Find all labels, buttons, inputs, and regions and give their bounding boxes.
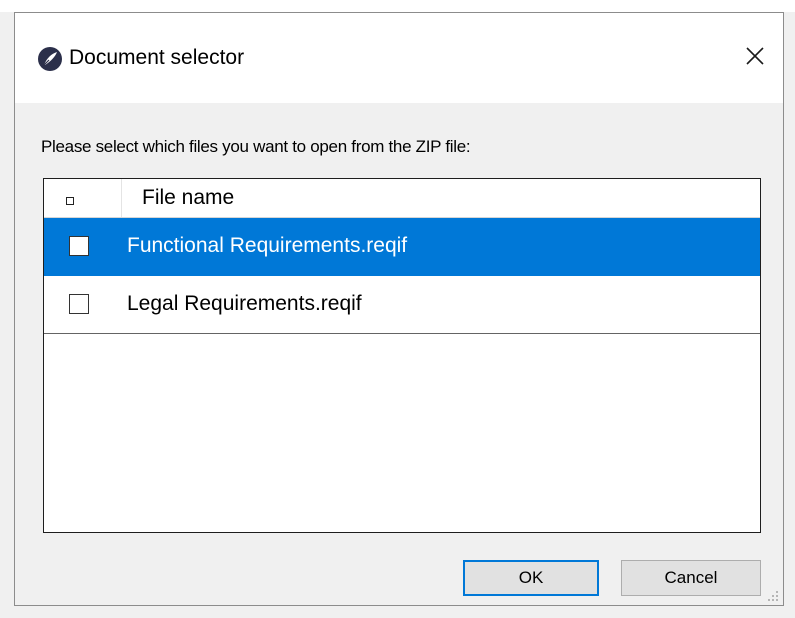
ok-button[interactable]: OK	[463, 560, 599, 596]
desktop-top-strip	[0, 0, 795, 12]
list-item[interactable]: Functional Requirements.reqif	[44, 218, 760, 276]
dialog-body: Please select which files you want to op…	[15, 103, 783, 605]
close-icon	[745, 46, 765, 71]
file-name: Functional Requirements.reqif	[127, 234, 408, 257]
window-title: Document selector	[69, 46, 245, 69]
list-header: File name	[44, 179, 760, 218]
cancel-button[interactable]: Cancel	[621, 560, 761, 596]
row-checkbox[interactable]	[69, 236, 89, 256]
column-header-file-name[interactable]: File name	[142, 186, 234, 210]
file-name: Legal Requirements.reqif	[127, 292, 362, 315]
resize-grip-icon[interactable]	[767, 589, 779, 601]
title-bar[interactable]: Document selector	[15, 13, 783, 103]
row-checkbox[interactable]	[69, 294, 89, 314]
close-button[interactable]	[735, 39, 775, 77]
select-all-checkbox[interactable]	[66, 197, 74, 205]
header-checkbox-column[interactable]	[44, 179, 122, 217]
instruction-text: Please select which files you want to op…	[41, 137, 471, 156]
document-selector-dialog: Document selector Please select which fi…	[14, 12, 784, 606]
file-list[interactable]: File name Functional Requirements.reqif …	[43, 178, 761, 533]
list-item[interactable]: Legal Requirements.reqif	[44, 276, 760, 334]
quill-pen-icon	[37, 46, 63, 72]
